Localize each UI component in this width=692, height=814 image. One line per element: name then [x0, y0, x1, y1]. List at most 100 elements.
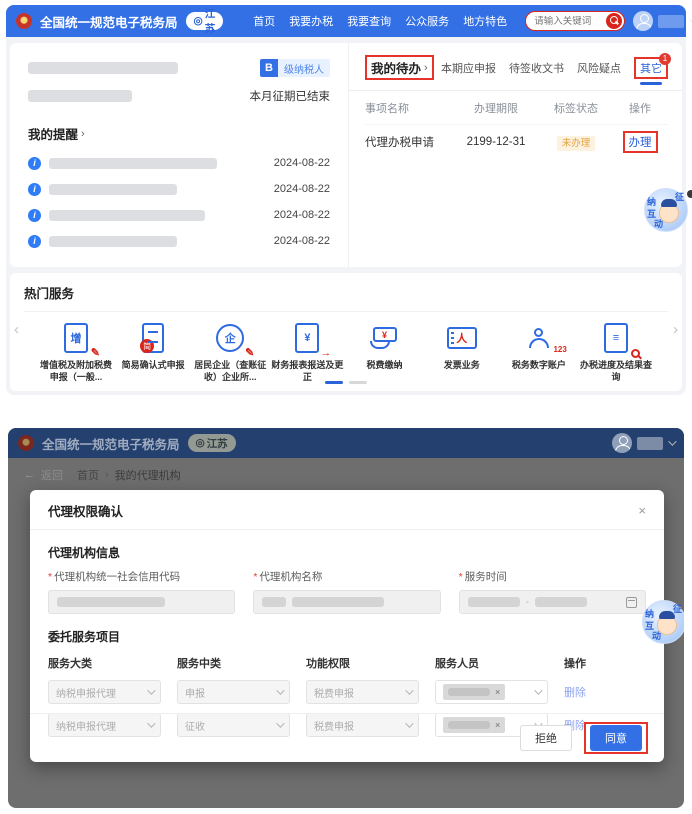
- col-status: 标签状态: [540, 100, 612, 116]
- tab-documents-to-sign[interactable]: 待签收文书: [509, 60, 564, 76]
- reminder-item[interactable]: i 2024-08-22: [28, 150, 330, 176]
- col-deadline: 办理期限: [452, 100, 540, 116]
- field-credit-code: *代理机构统一社会信用代码: [48, 569, 235, 614]
- enterprise-income-icon: 企 ✎: [194, 320, 266, 356]
- mascot-widget[interactable]: 征 纳 互 动: [644, 188, 690, 234]
- value-redacted: [292, 597, 384, 607]
- service-simple-confirm[interactable]: 简 简易确认式申报: [117, 320, 189, 372]
- reminders-title[interactable]: 我的提醒›: [28, 124, 85, 143]
- col-operation: 操作: [612, 100, 668, 116]
- table-row: 代理办税申请 2199-12-31 未办理 办理: [365, 124, 668, 159]
- personnel-select[interactable]: ×: [435, 680, 548, 704]
- digital-account-icon: 123: [503, 320, 575, 356]
- avatar[interactable]: [612, 433, 632, 453]
- taxpayer-panel: B 级纳税人 本月征期已结束 我的提醒› i 2024-08-22 i: [10, 43, 348, 267]
- dashboard-main-card: B 级纳税人 本月征期已结束 我的提醒› i 2024-08-22 i: [10, 43, 682, 267]
- arrow-right-icon: →: [320, 347, 331, 359]
- major-category-select[interactable]: 纳税申报代理: [48, 680, 161, 704]
- reminder-text-redacted: [49, 184, 177, 195]
- tab-current-declare[interactable]: 本期应申报: [441, 60, 496, 76]
- service-vat-declare[interactable]: 增 ✎ 增值税及附加税费申报（一般...: [40, 320, 112, 383]
- col-major-category: 服务大类: [48, 655, 161, 671]
- delete-link[interactable]: 删除: [564, 684, 586, 700]
- agency-info-section-title: 代理机构信息: [48, 544, 646, 561]
- service-tax-payment[interactable]: ¥ 税费缴纳: [349, 320, 421, 372]
- search-icon[interactable]: [606, 13, 622, 29]
- avatar[interactable]: [633, 11, 653, 31]
- tab-risk-doubts[interactable]: 风险疑点: [577, 60, 621, 76]
- simple-confirm-icon: 简: [117, 320, 189, 356]
- reminder-text-redacted: [49, 210, 205, 221]
- carousel-left-icon[interactable]: ‹: [14, 321, 19, 338]
- region-badge[interactable]: ◎江苏: [186, 12, 224, 30]
- carousel-dot[interactable]: [349, 381, 367, 384]
- close-icon[interactable]: ×: [638, 504, 646, 517]
- service-digital-account[interactable]: 123 税务数字账户: [503, 320, 575, 372]
- reminder-item[interactable]: i 2024-08-22: [28, 176, 330, 202]
- service-time-input[interactable]: -: [459, 590, 646, 614]
- app-title: 全国统一规范电子税务局: [40, 12, 178, 31]
- tab-other[interactable]: 其它 1: [640, 60, 662, 76]
- info-icon: i: [28, 183, 41, 196]
- clear-icon[interactable]: ×: [495, 687, 500, 697]
- mascot-icon: 征 纳 互 动: [644, 188, 688, 232]
- service-enterprise-income[interactable]: 企 ✎ 居民企业（查账征收）企业所...: [194, 320, 266, 383]
- credit-code-input[interactable]: [48, 590, 235, 614]
- nav-item-query[interactable]: 我要查询: [347, 13, 391, 29]
- agree-button[interactable]: 同意: [590, 725, 642, 751]
- permission-select[interactable]: 税费申报: [306, 680, 419, 704]
- annotation-box-other-tab: 其它 1: [634, 57, 668, 79]
- breadcrumb-home[interactable]: 首页: [77, 467, 99, 483]
- todo-item-name: 代理办税申请: [365, 134, 452, 150]
- chevron-down-icon: [405, 686, 413, 694]
- nav-item-do-tax[interactable]: 我要办税: [289, 13, 333, 29]
- reminder-text-redacted: [49, 158, 217, 169]
- calendar-icon[interactable]: [626, 597, 637, 608]
- top-navbar: 全国统一规范电子税务局 ◎江苏 首页 我要办税 我要查询 公众服务 地方特色: [6, 5, 686, 37]
- info-icon: i: [28, 157, 41, 170]
- services-carousel: 增 ✎ 增值税及附加税费申报（一般... 简 简易确认式申报 企 ✎ 居民企业（…: [24, 312, 668, 383]
- service-invoice[interactable]: 人 发票业务: [426, 320, 498, 372]
- reminder-item[interactable]: i 2024-08-22: [28, 228, 330, 254]
- carousel-right-icon[interactable]: ›: [673, 321, 678, 338]
- carousel-dot-active[interactable]: [325, 381, 343, 384]
- service-row: 纳税申报代理 申报 税费申报 × 删除: [48, 680, 646, 704]
- nav-item-public-service[interactable]: 公众服务: [405, 13, 449, 29]
- reject-button[interactable]: 拒绝: [520, 725, 572, 751]
- search-box[interactable]: [525, 11, 625, 31]
- link-arrow-icon: ›: [81, 128, 85, 140]
- back-arrow-icon[interactable]: ←: [24, 469, 35, 481]
- breadcrumb-current: 我的代理机构: [115, 467, 181, 483]
- credit-grade-badge: B 级纳税人: [260, 59, 330, 77]
- chevron-down-icon: [534, 686, 542, 694]
- todo-panel: 我的待办› 本期应申报 待签收文书 风险疑点 其它 1: [348, 43, 682, 267]
- taxpayer-name-redacted: [28, 62, 178, 74]
- value-redacted: [468, 597, 520, 607]
- reminder-item[interactable]: i 2024-08-22: [28, 202, 330, 228]
- nav-item-home[interactable]: 首页: [253, 13, 275, 29]
- period-status: 本月征期已结束: [250, 88, 331, 104]
- service-progress-query[interactable]: ≡ 办税进度及结果查询: [580, 320, 652, 383]
- service-financial-report[interactable]: ¥ → 财务报表报送及更正: [271, 320, 343, 383]
- col-item-name: 事项名称: [365, 100, 452, 116]
- handle-link[interactable]: 办理: [629, 134, 652, 150]
- chevron-down-icon: [147, 686, 155, 694]
- mascot-widget[interactable]: 征 纳 互 动: [642, 600, 684, 646]
- middle-category-select[interactable]: 申报: [177, 680, 290, 704]
- breadcrumb: ← 返回 首页 › 我的代理机构: [8, 458, 684, 483]
- annotation-box-todo: 我的待办›: [365, 55, 434, 80]
- hot-services-card: 热门服务 增 ✎ 增值税及附加税费申报（一般... 简 简易确认式申报 企 ✎: [10, 273, 682, 391]
- todo-title[interactable]: 我的待办›: [371, 58, 428, 77]
- col-operation: 操作: [564, 655, 646, 671]
- search-input[interactable]: [534, 16, 606, 27]
- vat-declare-icon: 增 ✎: [40, 320, 112, 356]
- nav-item-local-feature[interactable]: 地方特色: [463, 13, 507, 29]
- chevron-down-icon[interactable]: [668, 437, 676, 445]
- reminder-date: 2024-08-22: [274, 183, 330, 195]
- agency-name-input[interactable]: [253, 590, 440, 614]
- mascot-close-icon[interactable]: [687, 190, 692, 198]
- back-link[interactable]: 返回: [41, 467, 63, 483]
- personnel-tag: ×: [443, 684, 505, 700]
- top-navbar-dimmed: 全国统一规范电子税务局 ◎江苏: [8, 428, 684, 458]
- col-service-personnel: 服务人员: [435, 655, 548, 671]
